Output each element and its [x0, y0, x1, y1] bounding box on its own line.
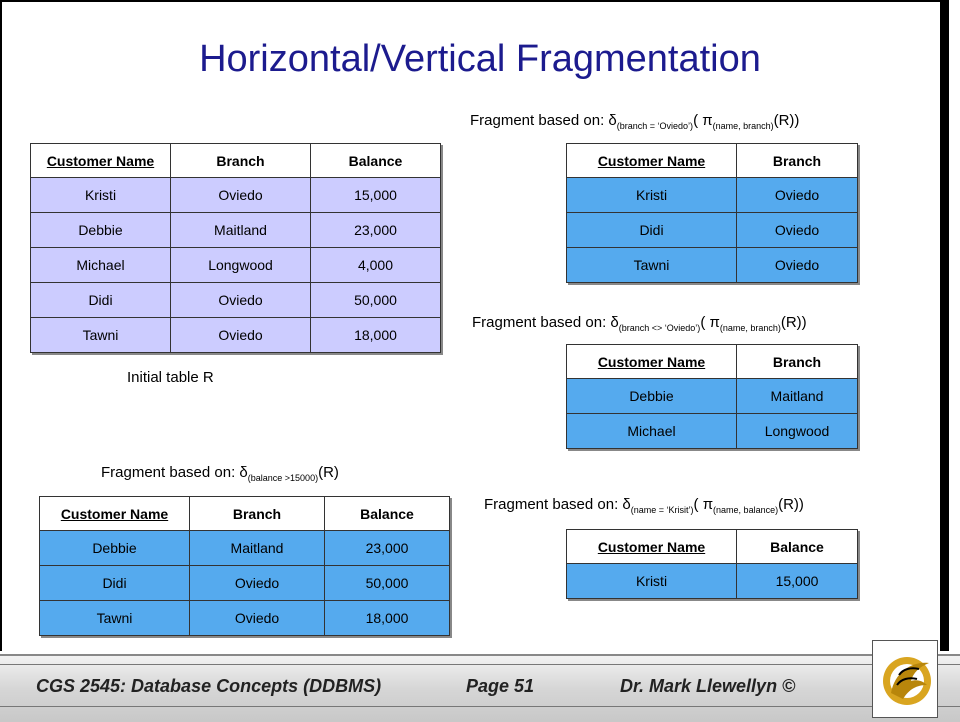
- initial-table-caption: Initial table R: [127, 369, 214, 386]
- cell: Tawni: [30, 317, 171, 353]
- caption-text: Fragment based on: δ: [470, 112, 617, 129]
- fragment-2-caption: Fragment based on: δ(branch <> ‘Oviedo’)…: [472, 314, 807, 333]
- cell: Tawni: [39, 600, 190, 636]
- cell: Michael: [30, 247, 171, 283]
- col-header: Customer Name: [566, 143, 737, 178]
- cell: 18,000: [310, 317, 441, 353]
- caption-sub: (branch = ‘Oviedo’): [616, 121, 694, 131]
- cell: Maitland: [170, 212, 311, 248]
- table-row: Debbie Maitland 23,000: [39, 530, 450, 566]
- table-row: Michael Longwood: [566, 413, 858, 449]
- caption-sub: (name = ‘Krisit’): [630, 505, 694, 515]
- caption-text: ( π: [693, 112, 713, 129]
- caption-text: Fragment based on: δ: [472, 314, 619, 331]
- cell: Debbie: [39, 530, 190, 566]
- table-row: Kristi Oviedo 15,000: [30, 177, 441, 213]
- col-header: Branch: [736, 143, 858, 178]
- cell: 15,000: [736, 563, 858, 599]
- cell: 15,000: [310, 177, 441, 213]
- footer-divider: [0, 664, 960, 665]
- cell: Didi: [566, 212, 737, 248]
- slide-title: Horizontal/Vertical Fragmentation: [199, 38, 761, 80]
- caption-text: (R)): [773, 112, 800, 129]
- table-row: Kristi 15,000: [566, 563, 858, 599]
- table-row: Michael Longwood 4,000: [30, 247, 441, 283]
- caption-sub: (branch <> ‘Oviedo’): [618, 323, 701, 333]
- footer-course: CGS 2545: Database Concepts (DDBMS): [36, 676, 382, 696]
- cell: Kristi: [566, 177, 737, 213]
- cell: Debbie: [30, 212, 171, 248]
- table-row: Tawni Oviedo 18,000: [39, 600, 450, 636]
- table-row: Didi Oviedo 50,000: [30, 282, 441, 318]
- cell: Oviedo: [170, 177, 311, 213]
- cell: 50,000: [310, 282, 441, 318]
- cell: 4,000: [310, 247, 441, 283]
- caption-text: (R)): [778, 496, 804, 513]
- footer-divider: [0, 706, 960, 707]
- col-header: Customer Name: [30, 143, 171, 178]
- caption-sub: (name, branch): [712, 121, 774, 131]
- col-header: Customer Name: [39, 496, 190, 531]
- col-header: Branch: [170, 143, 311, 178]
- cell: Maitland: [736, 378, 858, 414]
- table-row: Debbie Maitland 23,000: [30, 212, 441, 248]
- fragment-1-caption: Fragment based on: δ(branch = ‘Oviedo’)(…: [470, 112, 800, 131]
- table-row: Didi Oviedo 50,000: [39, 565, 450, 601]
- table-row: Debbie Maitland: [566, 378, 858, 414]
- cell: 23,000: [310, 212, 441, 248]
- cell: 50,000: [324, 565, 450, 601]
- cell: Kristi: [30, 177, 171, 213]
- table-row: Didi Oviedo: [566, 212, 858, 248]
- table-row: Tawni Oviedo: [566, 247, 858, 283]
- cell: Longwood: [736, 413, 858, 449]
- cell: Oviedo: [189, 565, 325, 601]
- cell: 18,000: [324, 600, 450, 636]
- fragment-2-table: Customer Name Branch Debbie Maitland Mic…: [566, 344, 858, 449]
- cell: Maitland: [189, 530, 325, 566]
- fragment-3-table: Customer Name Branch Balance Debbie Mait…: [39, 496, 450, 636]
- table-row: Kristi Oviedo: [566, 177, 858, 213]
- fragment-3-caption: Fragment based on: δ(balance >15000)(R): [101, 464, 339, 483]
- initial-table-r: Customer Name Branch Balance Kristi Ovie…: [30, 143, 441, 353]
- cell: Didi: [30, 282, 171, 318]
- col-header: Customer Name: [566, 529, 737, 564]
- col-header: Branch: [736, 344, 858, 379]
- caption-text: ( π: [693, 496, 714, 513]
- cell: Oviedo: [736, 177, 858, 213]
- cell: Oviedo: [189, 600, 325, 636]
- pegasus-logo-icon: [883, 657, 931, 705]
- cell: Didi: [39, 565, 190, 601]
- cell: Michael: [566, 413, 737, 449]
- col-header: Balance: [324, 496, 450, 531]
- cell: 23,000: [324, 530, 450, 566]
- fragment-4-caption: Fragment based on: δ(name = ‘Krisit’)( π…: [484, 496, 804, 515]
- cell: Kristi: [566, 563, 737, 599]
- caption-text: (R)): [780, 314, 807, 331]
- fragment-4-table: Customer Name Balance Kristi 15,000: [566, 529, 858, 599]
- caption-sub: (name, balance): [713, 505, 779, 515]
- footer-author: Dr. Mark Llewellyn ©: [620, 676, 796, 696]
- caption-text: Fragment based on: δ: [101, 464, 248, 481]
- col-header: Branch: [189, 496, 325, 531]
- caption-text: (R): [318, 464, 339, 481]
- col-header: Balance: [736, 529, 858, 564]
- col-header: Balance: [310, 143, 441, 178]
- caption-sub: (name, branch): [719, 323, 781, 333]
- table-row: Tawni Oviedo 18,000: [30, 317, 441, 353]
- fragment-1-table: Customer Name Branch Kristi Oviedo Didi …: [566, 143, 858, 283]
- cell: Oviedo: [736, 247, 858, 283]
- cell: Longwood: [170, 247, 311, 283]
- caption-text: Fragment based on: δ: [484, 496, 631, 513]
- caption-sub: (balance >15000): [247, 473, 319, 483]
- cell: Oviedo: [736, 212, 858, 248]
- cell: Debbie: [566, 378, 737, 414]
- cell: Oviedo: [170, 317, 311, 353]
- col-header: Customer Name: [566, 344, 737, 379]
- cell: Tawni: [566, 247, 737, 283]
- cell: Oviedo: [170, 282, 311, 318]
- ucf-logo: [872, 640, 938, 718]
- footer-page: Page 51: [466, 676, 535, 696]
- caption-text: ( π: [700, 314, 720, 331]
